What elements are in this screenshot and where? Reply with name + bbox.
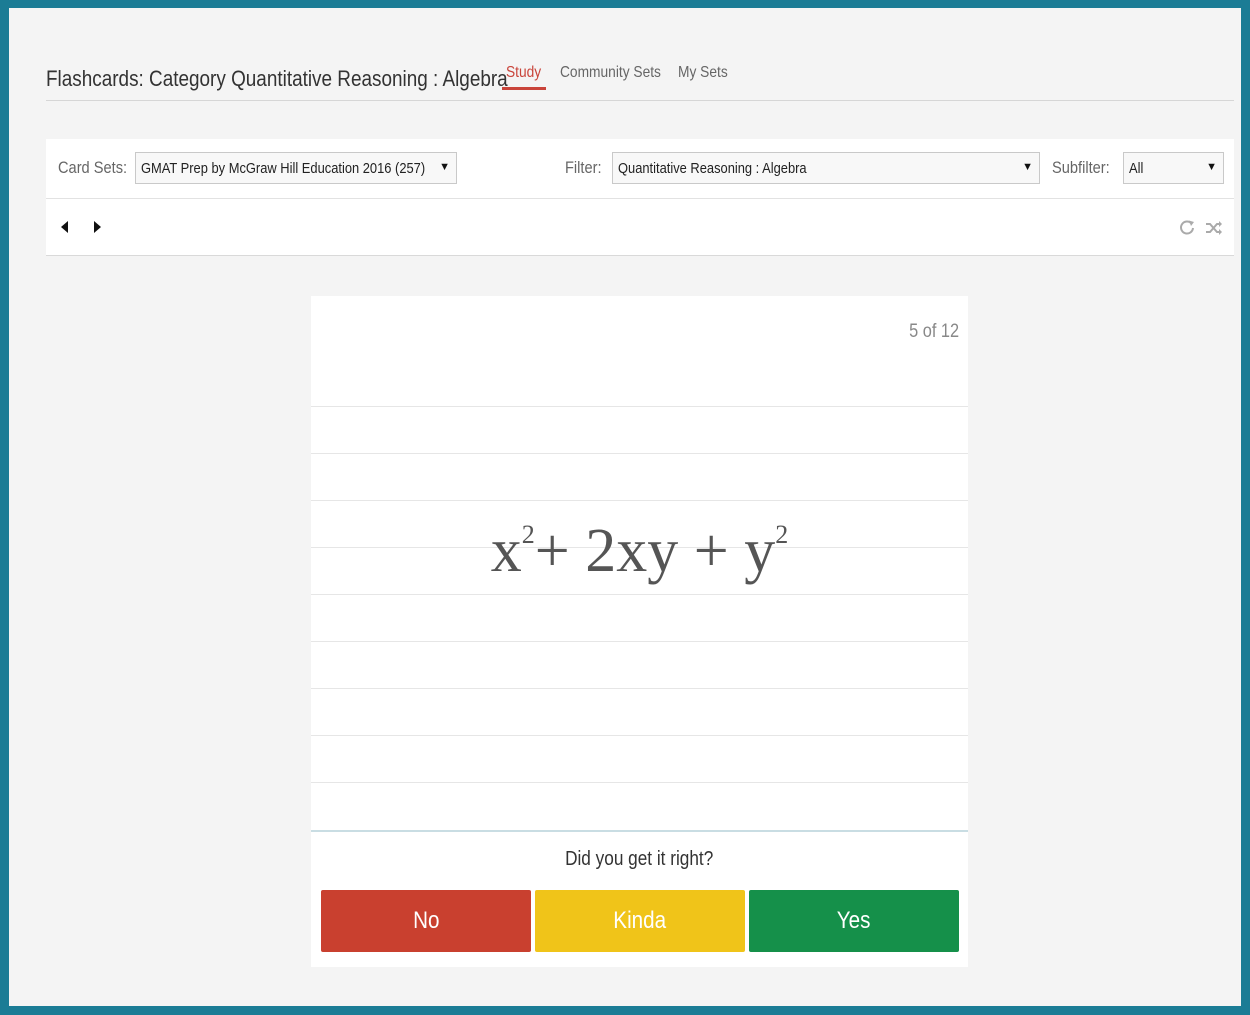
dropdown-caret-icon: ▼: [439, 161, 450, 173]
filter-select[interactable]: Quantitative Reasoning : Algebra ▼: [612, 152, 1040, 184]
filter-toolbar: Card Sets: GMAT Prep by McGraw Hill Educ…: [46, 139, 1234, 199]
card-line: [311, 641, 968, 642]
self-rating-panel: Did you get it right? No Kinda Yes: [311, 830, 968, 969]
shuffle-button[interactable]: [1205, 219, 1223, 237]
dropdown-caret-icon: ▼: [1022, 161, 1033, 173]
card-line: [311, 688, 968, 689]
expression-rest: + 2xy + y: [534, 517, 776, 585]
tab-my-sets[interactable]: My Sets: [678, 64, 728, 82]
card-line: [311, 594, 968, 595]
shuffle-icon: [1206, 221, 1222, 235]
expression-exponent-1: 2: [521, 520, 535, 549]
rating-question-text: Did you get it right?: [565, 848, 714, 870]
page-title: Flashcards: Category Quantitative Reason…: [46, 66, 508, 91]
tab-study[interactable]: Study: [506, 64, 541, 82]
card-expression: x2+ 2xy + y2: [311, 516, 968, 587]
page-header: Flashcards: Category Quantitative Reason…: [46, 58, 1234, 101]
dropdown-caret-icon: ▼: [1206, 161, 1217, 173]
no-button[interactable]: No: [321, 890, 531, 952]
app-frame: Flashcards: Category Quantitative Reason…: [0, 0, 1250, 1015]
active-tab-indicator: [502, 87, 546, 90]
card-line: [311, 453, 968, 454]
card-sets-select[interactable]: GMAT Prep by McGraw Hill Education 2016 …: [135, 152, 457, 184]
card-line: [311, 406, 968, 407]
yes-button[interactable]: Yes: [749, 890, 959, 952]
caret-left-icon: [61, 221, 68, 233]
card-sets-label: Card Sets:: [58, 158, 128, 177]
subfilter-value: All: [1129, 160, 1144, 177]
kinda-button[interactable]: Kinda: [535, 890, 745, 952]
no-button-label: No: [412, 907, 440, 934]
filter-value: Quantitative Reasoning : Algebra: [618, 160, 807, 177]
refresh-icon: [1180, 220, 1194, 235]
previous-card-button[interactable]: [58, 218, 72, 236]
yes-button-label: Yes: [837, 907, 871, 934]
card-line: [311, 500, 968, 501]
caret-right-icon: [94, 221, 101, 233]
card-line: [311, 735, 968, 736]
next-card-button[interactable]: [90, 218, 104, 236]
tab-community-sets[interactable]: Community Sets: [560, 64, 661, 82]
card-navigation-bar: [46, 199, 1234, 256]
kinda-button-label: Kinda: [613, 907, 667, 934]
reset-button[interactable]: [1178, 219, 1196, 237]
card-line: [311, 782, 968, 783]
filter-label: Filter:: [565, 158, 602, 177]
subfilter-label: Subfilter:: [1052, 158, 1110, 177]
flashcard[interactable]: 5 of 12 x2+ 2xy + y2 Did you get it righ…: [311, 296, 968, 967]
expression-exponent-2: 2: [775, 520, 789, 549]
rating-question: Did you get it right?: [311, 848, 968, 871]
subfilter-select[interactable]: All ▼: [1123, 152, 1224, 184]
card-sets-value: GMAT Prep by McGraw Hill Education 2016 …: [141, 160, 426, 177]
card-counter: 5 of 12: [909, 321, 959, 342]
expression-base-1: x: [490, 517, 522, 585]
